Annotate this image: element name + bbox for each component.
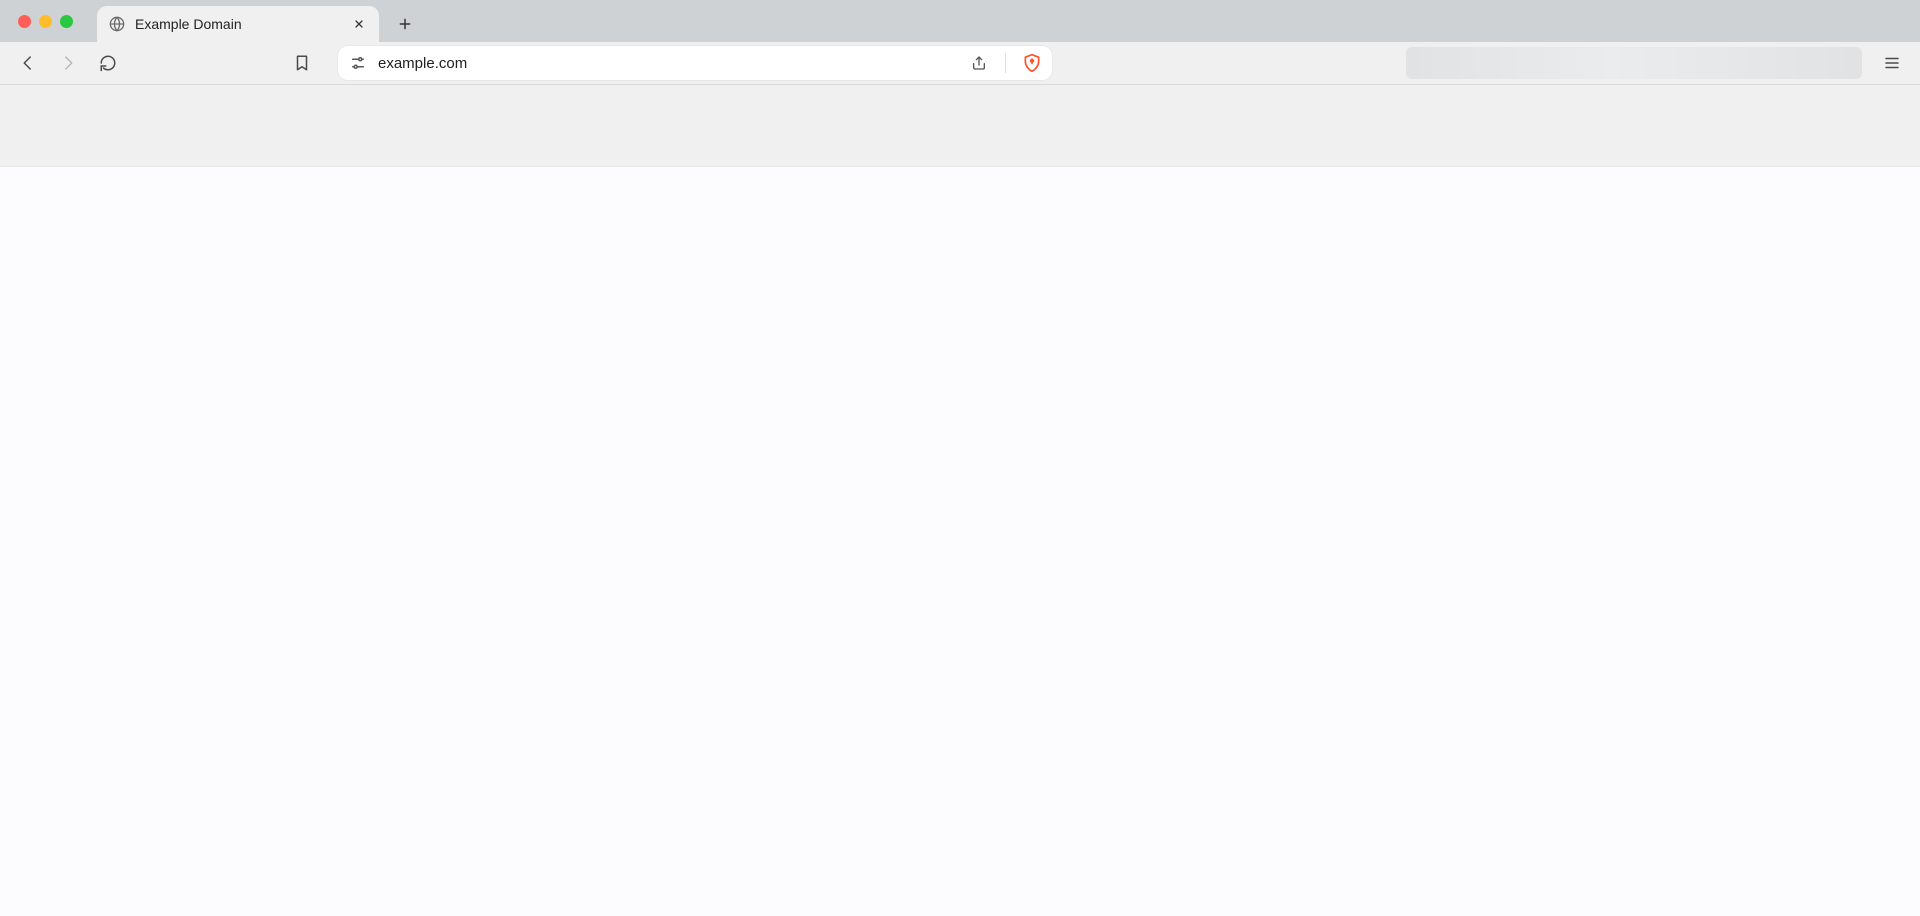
brave-shields-icon[interactable] [1022, 53, 1042, 73]
divider [1005, 53, 1006, 73]
new-tab-button[interactable] [389, 8, 421, 40]
share-icon[interactable] [969, 53, 989, 73]
window-zoom-button[interactable] [60, 15, 73, 28]
toolbar [0, 42, 1920, 85]
bookmarks-bar [0, 85, 1920, 167]
forward-button[interactable] [50, 47, 86, 79]
tab-title: Example Domain [135, 16, 341, 32]
site-settings-icon[interactable] [348, 53, 368, 73]
close-tab-button[interactable] [351, 16, 367, 32]
extensions-area-placeholder [1406, 47, 1862, 79]
window-close-button[interactable] [18, 15, 31, 28]
reload-button[interactable] [90, 47, 126, 79]
url-input[interactable] [378, 55, 959, 72]
back-button[interactable] [10, 47, 46, 79]
window-minimize-button[interactable] [39, 15, 52, 28]
globe-icon [109, 16, 125, 32]
bookmark-button[interactable] [284, 47, 320, 79]
page-content [0, 167, 1920, 916]
tab-strip: Example Domain [0, 0, 1920, 42]
menu-button[interactable] [1874, 47, 1910, 79]
address-bar[interactable] [338, 46, 1052, 80]
window-controls [0, 0, 91, 42]
browser-tab[interactable]: Example Domain [97, 6, 379, 42]
